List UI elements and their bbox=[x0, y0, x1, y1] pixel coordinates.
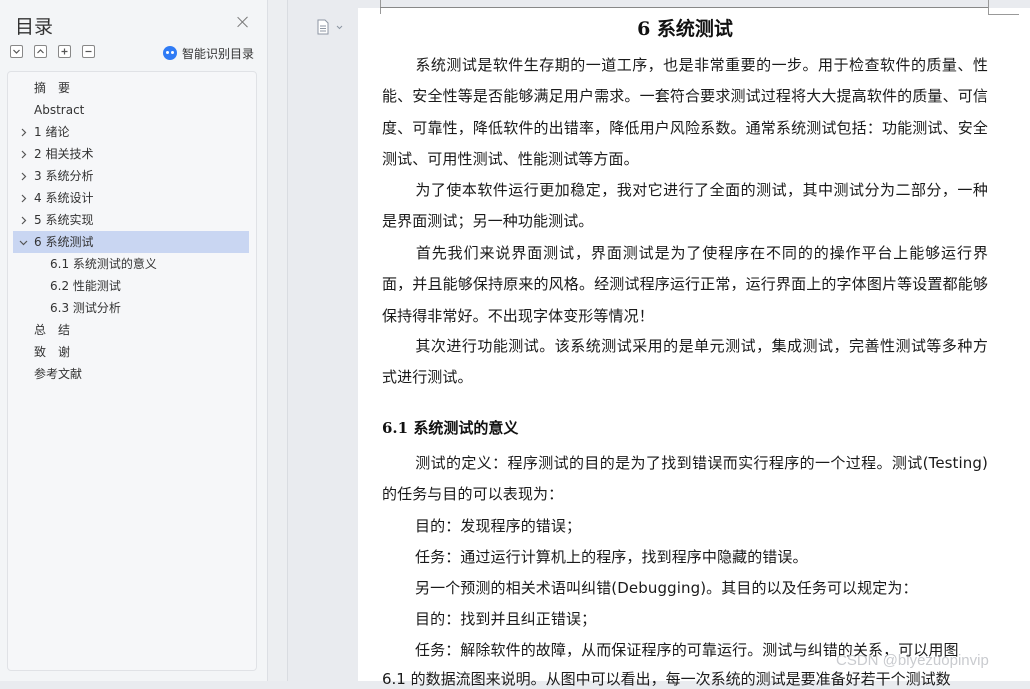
collapse-all-icon[interactable] bbox=[34, 45, 47, 58]
expand-all-icon[interactable] bbox=[10, 45, 23, 58]
remove-heading-icon[interactable] bbox=[82, 45, 95, 58]
paragraph: 6.1 的数据流图来说明。从图中可以看出，每一次系统的测试是要准备好若干个测试数 bbox=[382, 670, 951, 688]
toc-item[interactable]: 总 结 bbox=[13, 319, 243, 341]
toc-item-label: 致 谢 bbox=[34, 345, 71, 359]
toc-item-label: 摘 要 bbox=[34, 81, 71, 95]
toc-item[interactable]: 1 绪论 bbox=[13, 121, 243, 143]
chevron-right-icon[interactable] bbox=[18, 121, 28, 143]
add-heading-icon[interactable] bbox=[58, 45, 71, 58]
toc-item-label: 参考文献 bbox=[34, 367, 83, 381]
toc-item-label: 6.1 系统测试的意义 bbox=[50, 257, 157, 271]
paragraph: 任务：通过运行计算机上的程序，找到程序中隐藏的错误。 bbox=[415, 548, 808, 566]
toc-item-label: 6.3 测试分析 bbox=[50, 301, 121, 315]
paragraph: 系统测试是软件生存期的一道工序，也是非常重要的一步。用于检查软件的质量、性能、安… bbox=[382, 56, 988, 168]
chevron-right-icon[interactable] bbox=[18, 143, 28, 165]
toc-item[interactable]: 参考文献 bbox=[13, 363, 243, 385]
toc-item-label: 3 系统分析 bbox=[34, 169, 94, 183]
toc-item[interactable]: 3 系统分析 bbox=[13, 165, 243, 187]
close-icon[interactable] bbox=[236, 15, 250, 29]
chevron-down-icon[interactable] bbox=[18, 231, 28, 253]
toc-item[interactable]: 6.3 测试分析 bbox=[13, 297, 243, 319]
toc-item[interactable]: 6 系统测试 bbox=[13, 231, 249, 253]
paragraph: 首先我们来说界面测试，界面测试是为了使程序在不同的的操作平台上能够运行界面，并且… bbox=[382, 244, 988, 325]
page-view-icon[interactable] bbox=[316, 19, 344, 39]
toc-item[interactable]: 6.1 系统测试的意义 bbox=[13, 253, 243, 275]
paragraph: 另一个预测的相关术语叫纠错(Debugging)。其目的以及任务可以规定为： bbox=[415, 579, 918, 597]
toc-item-label: 6 系统测试 bbox=[34, 235, 94, 249]
paragraph: 目的：找到并且纠正错误； bbox=[415, 610, 597, 628]
toc-item[interactable]: 摘 要 bbox=[13, 77, 243, 99]
toc-item-label: 总 结 bbox=[34, 323, 71, 337]
toc-sidebar: 目录 智能识别目录 摘 要 Abstract 1 绪论 2 相关技术 3 系统分析 4 系… bbox=[0, 0, 268, 681]
paragraph: 测试的定义：程序测试的目的是为了找到错误而实行程序的一个过程。测试(Testin… bbox=[382, 454, 988, 504]
toc-item-label: 6.2 性能测试 bbox=[50, 279, 121, 293]
page-corner-mark bbox=[988, 0, 1019, 15]
paragraph: 为了使本软件运行更加稳定，我对它进行了全面的测试，其中测试分为二部分，一种是界面… bbox=[382, 181, 988, 231]
toc-item[interactable]: 5 系统实现 bbox=[13, 209, 243, 231]
smart-toc-label: 智能识别目录 bbox=[182, 46, 255, 61]
toc-item-label: 1 绪论 bbox=[34, 125, 70, 139]
sidebar-title: 目录 bbox=[15, 16, 54, 38]
toc-item-label: Abstract bbox=[34, 103, 85, 117]
smart-toc-button[interactable]: 智能识别目录 bbox=[163, 45, 254, 61]
watermark: CSDN @biyezuopinvip bbox=[836, 652, 989, 669]
toc-item[interactable]: 2 相关技术 bbox=[13, 143, 243, 165]
chapter-heading: 6 系统测试 bbox=[637, 18, 733, 40]
toc-item[interactable]: Abstract bbox=[13, 99, 243, 121]
toc-item[interactable]: 致 谢 bbox=[13, 341, 243, 363]
toc-item-label: 4 系统设计 bbox=[34, 191, 94, 205]
chevron-right-icon[interactable] bbox=[18, 209, 28, 231]
paragraph: 其次进行功能测试。该系统测试采用的是单元测试，集成测试，完善性测试等多种方式进行… bbox=[382, 337, 988, 387]
chevron-right-icon[interactable] bbox=[18, 187, 28, 209]
paragraph: 目的：发现程序的错误； bbox=[415, 517, 582, 535]
toc-item[interactable]: 6.2 性能测试 bbox=[13, 275, 243, 297]
header-line bbox=[380, 7, 988, 8]
sidebar-scrollbar[interactable] bbox=[268, 0, 288, 681]
toc-item-label: 5 系统实现 bbox=[34, 213, 94, 227]
toc-list: 摘 要 Abstract 1 绪论 2 相关技术 3 系统分析 4 系统设计 5 系统实现 6… bbox=[7, 71, 257, 671]
chevron-right-icon[interactable] bbox=[18, 165, 28, 187]
section-heading: 6.1 系统测试的意义 bbox=[382, 419, 519, 437]
toc-item-label: 2 相关技术 bbox=[34, 147, 94, 161]
robot-icon bbox=[163, 46, 177, 60]
toc-item[interactable]: 4 系统设计 bbox=[13, 187, 243, 209]
